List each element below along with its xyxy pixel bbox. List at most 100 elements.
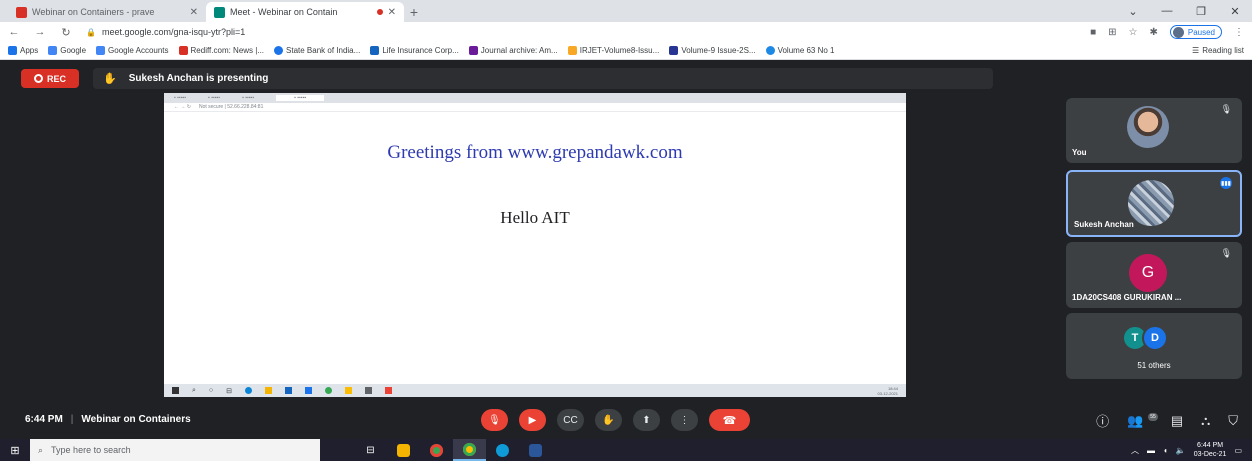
- file-explorer-icon[interactable]: [387, 439, 420, 461]
- recording-badge[interactable]: REC: [21, 69, 79, 88]
- bookmark-journal[interactable]: Journal archive: Am...: [468, 46, 558, 55]
- tab-webinar[interactable]: Webinar on Containers - prave ✕: [8, 2, 206, 22]
- url-text: meet.google.com/gna-isqu-ytr?pli=1: [101, 27, 246, 37]
- camera-toggle-button[interactable]: ▶: [519, 409, 546, 431]
- taskview-icon: ⊟: [226, 387, 233, 395]
- menu-icon[interactable]: ⋮: [1234, 27, 1244, 38]
- volume-icon[interactable]: 🔈: [1176, 446, 1186, 455]
- profile-button[interactable]: Paused: [1169, 25, 1222, 39]
- tile-gurukiran[interactable]: G 🎙 1DA20CS408 GURUKIRAN ...: [1066, 242, 1242, 308]
- shared-clock-date: 03-12-2021: [877, 390, 898, 396]
- activities-icon[interactable]: ⛬: [1201, 413, 1210, 429]
- notifications-icon[interactable]: ▭: [1234, 446, 1242, 455]
- search-icon: ⌕: [38, 444, 44, 455]
- minimize-button[interactable]: —: [1150, 0, 1184, 22]
- bookmark-label: Volume-9 Issue-2S...: [681, 46, 756, 55]
- bookmark-sbi[interactable]: State Bank of India...: [274, 46, 360, 55]
- volume-icon: [669, 46, 679, 55]
- chrome-icon[interactable]: [420, 439, 453, 461]
- bookmarks-bar: Apps Google Google Accounts Rediff.com: …: [0, 42, 1252, 60]
- bookmark-label: Life Insurance Corp...: [382, 46, 459, 55]
- bookmark-rediff[interactable]: Rediff.com: News |...: [178, 46, 265, 55]
- new-tab-button[interactable]: +: [404, 2, 424, 22]
- tab-strip: Webinar on Containers - prave ✕ Meet - W…: [0, 0, 1252, 22]
- tab-search-icon[interactable]: ⌄: [1116, 0, 1150, 22]
- reading-list-button[interactable]: ☰ Reading list: [1192, 46, 1244, 55]
- leave-call-button[interactable]: ☎: [709, 409, 750, 431]
- bookmark-lic[interactable]: Life Insurance Corp...: [370, 46, 459, 55]
- chrome-active-icon[interactable]: [453, 439, 486, 461]
- meeting-info-icon[interactable]: ⓘ: [1096, 411, 1109, 430]
- reload-icon[interactable]: ↻: [60, 26, 72, 39]
- forward-icon[interactable]: →: [34, 26, 46, 38]
- host-controls-icon[interactable]: ⛉: [1228, 413, 1238, 429]
- shared-screen: ▪ ▪▪▪▪▪ ▪ ▪▪▪▪▪ ▪ ▪▪▪▪▪ ▪ ▪▪▪▪▪ ← → ↻ No…: [164, 93, 906, 397]
- shared-address-bar: ← → ↻ Not secure | 52.66.228.84:81: [164, 103, 906, 112]
- tile-name: 1DA20CS408 GURUKIRAN ...: [1072, 293, 1182, 302]
- chat-icon[interactable]: ▤: [1171, 413, 1183, 429]
- gmail-icon: [16, 6, 27, 18]
- avatar: [1172, 26, 1184, 38]
- chrome-icon: [325, 387, 333, 394]
- bookmark-apps[interactable]: Apps: [8, 46, 38, 55]
- chevron-up-icon[interactable]: ︿: [1131, 445, 1139, 456]
- bookmark-label: IRJET-Volume8-Issu...: [579, 46, 660, 55]
- bookmark-volume63[interactable]: Volume 63 No 1: [765, 46, 835, 55]
- back-icon[interactable]: ←: [8, 26, 20, 38]
- people-icon[interactable]: 👥 55: [1127, 412, 1158, 429]
- network-icon[interactable]: ◖: [1163, 446, 1168, 455]
- present-icon: ✋: [103, 73, 117, 85]
- close-window-button[interactable]: ✕: [1218, 0, 1252, 22]
- clock-date: 03-Dec-21: [1193, 451, 1227, 458]
- more-options-button[interactable]: ⋮: [671, 409, 698, 431]
- rec-label: REC: [46, 73, 66, 84]
- mic-toggle-button[interactable]: 🎙: [481, 409, 508, 431]
- shared-tab: ▪ ▪▪▪▪▪: [242, 95, 255, 101]
- mail-icon: [285, 387, 293, 394]
- battery-icon[interactable]: ▬: [1147, 446, 1155, 455]
- tile-name: Sukesh Anchan: [1074, 220, 1134, 229]
- bookmark-irjet[interactable]: IRJET-Volume8-Issu...: [567, 46, 660, 55]
- close-tab-icon[interactable]: ✕: [190, 7, 198, 18]
- start-icon: [172, 387, 179, 394]
- bookmark-google-accounts[interactable]: Google Accounts: [96, 46, 169, 55]
- present-button[interactable]: ⬆: [633, 409, 660, 431]
- taskbar-apps: ⊟: [354, 439, 552, 461]
- bookmark-label: Google: [60, 46, 87, 55]
- tile-others[interactable]: T D 51 others: [1066, 313, 1242, 379]
- bookmark-label: Rediff.com: News |...: [190, 46, 265, 55]
- task-view-icon[interactable]: ⊟: [354, 439, 387, 461]
- tile-you[interactable]: 🎙 You: [1066, 98, 1242, 163]
- windows-start-icon[interactable]: ⊞: [0, 439, 30, 461]
- raise-hand-button[interactable]: ✋: [595, 409, 622, 431]
- store-icon: [305, 387, 313, 394]
- tile-sukesh[interactable]: ▮▮▮ Sukesh Anchan: [1066, 170, 1242, 237]
- navigation-bar: ← → ↻ 🔒 meet.google.com/gna-isqu-ytr?pli…: [0, 22, 1252, 42]
- camera-icon[interactable]: ■: [1090, 27, 1096, 38]
- star-icon[interactable]: ☆: [1129, 27, 1138, 38]
- close-tab-icon[interactable]: ✕: [388, 7, 396, 18]
- captions-button[interactable]: CC: [557, 409, 584, 431]
- maximize-button[interactable]: ❐: [1184, 0, 1218, 22]
- folder-icon: [265, 387, 273, 394]
- separator: |: [70, 414, 74, 425]
- shared-tab: ▪ ▪▪▪▪▪: [174, 95, 187, 101]
- record-icon: [33, 74, 43, 83]
- call-controls: 🎙 ▶ CC ✋ ⬆ ⋮ ☎: [481, 409, 750, 431]
- word-icon[interactable]: [519, 439, 552, 461]
- lock-icon[interactable]: 🔒: [86, 28, 96, 37]
- translate-icon[interactable]: ⊞: [1108, 27, 1116, 38]
- clock[interactable]: 6:44 PM 03-Dec-21: [1194, 441, 1227, 459]
- bookmark-google[interactable]: Google: [48, 46, 86, 55]
- edge-icon[interactable]: [486, 439, 519, 461]
- google-icon: [96, 46, 106, 55]
- taskbar-search[interactable]: ⌕ Type here to search: [30, 439, 320, 461]
- meet-stage: REC ✋ Sukesh Anchan is presenting ▪ ▪▪▪▪…: [0, 60, 1252, 439]
- tab-meet[interactable]: Meet - Webinar on Contain ✕: [206, 2, 404, 22]
- address-bar[interactable]: 🔒 meet.google.com/gna-isqu-ytr?pli=1: [86, 24, 1076, 40]
- windows-taskbar: ⊞ ⌕ Type here to search ⊟ ︿ ▬ ◖ 🔈 6:44 P…: [0, 439, 1252, 461]
- bookmark-volume9[interactable]: Volume-9 Issue-2S...: [669, 46, 756, 55]
- sbi-icon: [274, 46, 284, 55]
- presenting-banner: ✋ Sukesh Anchan is presenting: [93, 68, 993, 89]
- extensions-icon[interactable]: ✱: [1149, 27, 1157, 38]
